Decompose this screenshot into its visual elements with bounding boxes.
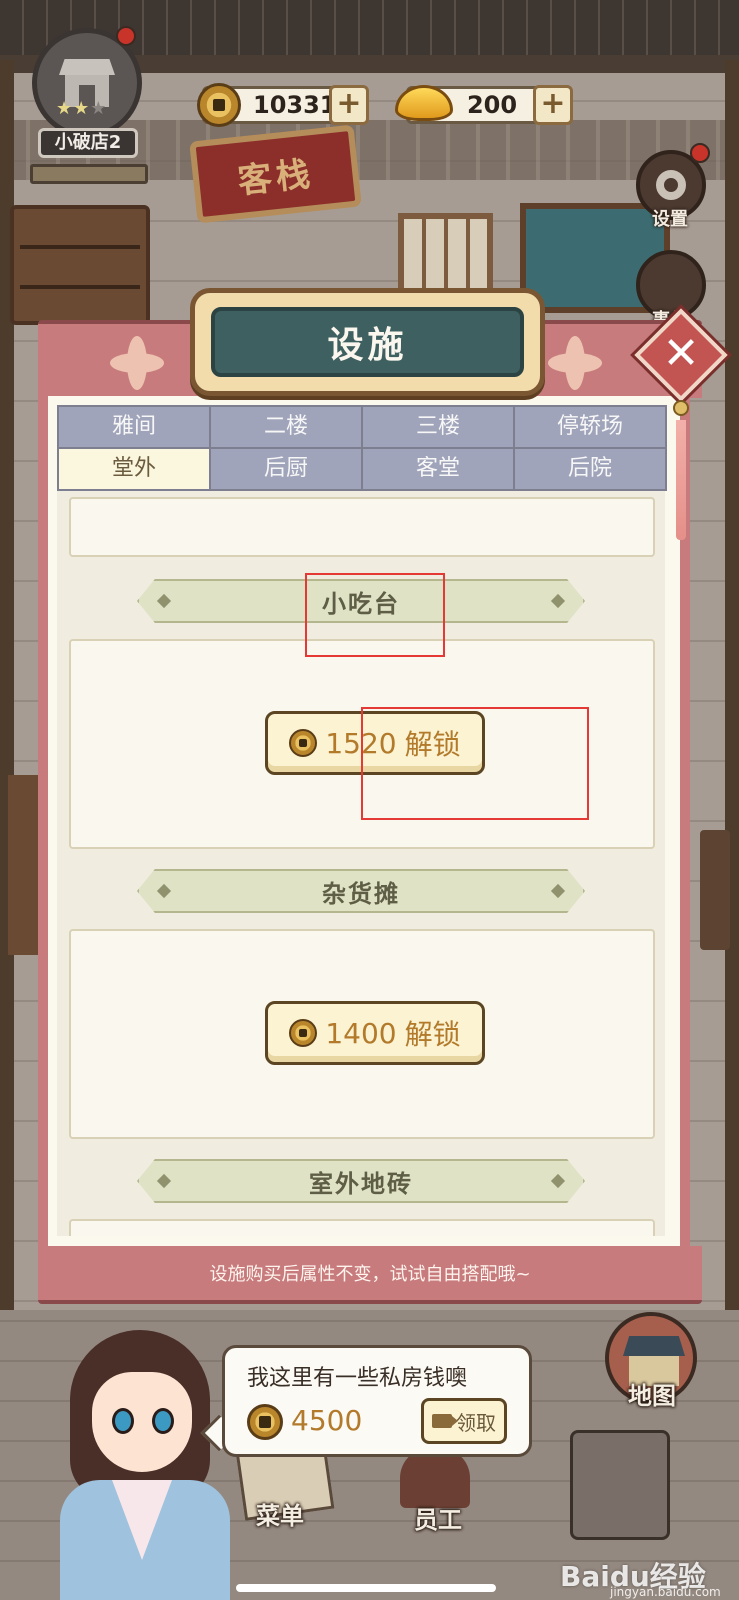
coin-counter: 10331 + bbox=[197, 83, 369, 127]
diamond-ornament-icon bbox=[550, 1173, 566, 1189]
offer-amount: 4500 bbox=[291, 1404, 363, 1437]
dish-shelf bbox=[10, 205, 150, 325]
map-label: 地图 bbox=[628, 1382, 676, 1410]
unlock-label: 解锁 bbox=[404, 1018, 461, 1051]
diamond-ornament-icon bbox=[156, 1173, 172, 1189]
tab-kitchen[interactable]: 后厨 bbox=[211, 449, 361, 489]
section-header: 杂货摊 bbox=[137, 869, 585, 913]
unlock-grocery-stall-button[interactable]: 1400 解锁 bbox=[265, 1001, 485, 1065]
diamond-ornament-icon bbox=[550, 883, 566, 899]
npc-message: 我这里有一些私房钱噢 bbox=[247, 1366, 468, 1391]
shop-level-badge[interactable]: ★★★ 小破店2 bbox=[28, 26, 148, 188]
claim-label: 领取 bbox=[456, 1410, 496, 1435]
tab-sedan-parking[interactable]: 停轿场 bbox=[515, 407, 665, 447]
panel-title: 设施 bbox=[211, 307, 524, 377]
lower-shelf bbox=[8, 775, 40, 955]
shop-progress-bar bbox=[30, 164, 148, 184]
section-title: 杂货摊 bbox=[322, 879, 400, 908]
panel-footer-tip: 设施购买后属性不变，试试自由搭配哦~ bbox=[38, 1246, 702, 1304]
npc-character bbox=[30, 1320, 250, 1600]
home-indicator[interactable] bbox=[236, 1584, 496, 1592]
copper-coin-icon bbox=[289, 1019, 318, 1047]
facility-card bbox=[69, 1219, 655, 1236]
inn-sign: 客栈 bbox=[189, 124, 362, 224]
section-header: 室外地砖 bbox=[137, 1159, 585, 1203]
add-coins-button[interactable]: + bbox=[329, 85, 369, 125]
npc-speech-bubble: 我这里有一些私房钱噢 4500 领取 bbox=[222, 1345, 532, 1457]
flower-ornament-icon bbox=[110, 336, 164, 390]
diamond-ornament-icon bbox=[156, 883, 172, 899]
diamond-ornament-icon bbox=[156, 593, 172, 609]
copper-coin-icon bbox=[289, 729, 318, 757]
pavilion-icon bbox=[623, 1336, 685, 1356]
notification-dot bbox=[116, 26, 136, 46]
unlock-price: 1400 bbox=[325, 1016, 397, 1050]
diamond-ornament-icon bbox=[550, 593, 566, 609]
claim-reward-button[interactable]: 领取 bbox=[421, 1398, 507, 1444]
facility-card bbox=[69, 497, 655, 557]
tab-backyard[interactable]: 后院 bbox=[515, 449, 665, 489]
star-filled-icon: ★ bbox=[73, 98, 91, 119]
panel-title-plaque: 设施 bbox=[190, 288, 545, 396]
close-icon[interactable]: ✕ bbox=[648, 322, 714, 388]
coin-amount: 10331 bbox=[253, 91, 337, 119]
tab-third-floor[interactable]: 三楼 bbox=[363, 407, 513, 447]
copper-coin-icon bbox=[197, 83, 241, 127]
shop-name-label: 小破店2 bbox=[38, 128, 138, 158]
gear-icon bbox=[656, 170, 686, 200]
tab-guest-hall[interactable]: 客堂 bbox=[363, 449, 513, 489]
star-empty-icon: ★ bbox=[90, 98, 108, 119]
section-title: 室外地砖 bbox=[309, 1169, 413, 1198]
staff-icon[interactable] bbox=[400, 1448, 470, 1508]
stove-icon[interactable] bbox=[570, 1430, 670, 1540]
notification-dot bbox=[690, 143, 710, 163]
facility-tabs: 雅间 二楼 三楼 停轿场 堂外 后厨 客堂 后院 bbox=[57, 405, 667, 491]
right-decoration bbox=[700, 830, 730, 950]
tassel-ornament bbox=[670, 400, 692, 550]
video-icon bbox=[432, 1414, 458, 1428]
menu-label[interactable]: 菜单 bbox=[256, 1496, 304, 1531]
flower-ornament-icon bbox=[548, 336, 602, 390]
copper-coin-icon bbox=[247, 1404, 283, 1440]
ingot-counter: 200 + bbox=[395, 85, 573, 125]
shop-stars: ★★★ bbox=[56, 98, 107, 119]
tab-yajian[interactable]: 雅间 bbox=[59, 407, 209, 447]
tab-second-floor[interactable]: 二楼 bbox=[211, 407, 361, 447]
tab-outdoor[interactable]: 堂外 bbox=[59, 449, 209, 489]
annotation-box bbox=[305, 573, 445, 657]
star-filled-icon: ★ bbox=[56, 98, 74, 119]
ingot-amount: 200 bbox=[466, 91, 518, 119]
facility-card: 1400 解锁 bbox=[69, 929, 655, 1139]
staff-label[interactable]: 员工 bbox=[414, 1500, 462, 1535]
watermark-site: jingyan.baidu.com bbox=[610, 1585, 721, 1599]
settings-label: 设置 bbox=[652, 209, 688, 230]
add-ingots-button[interactable]: + bbox=[533, 85, 573, 125]
annotation-box bbox=[361, 707, 589, 820]
